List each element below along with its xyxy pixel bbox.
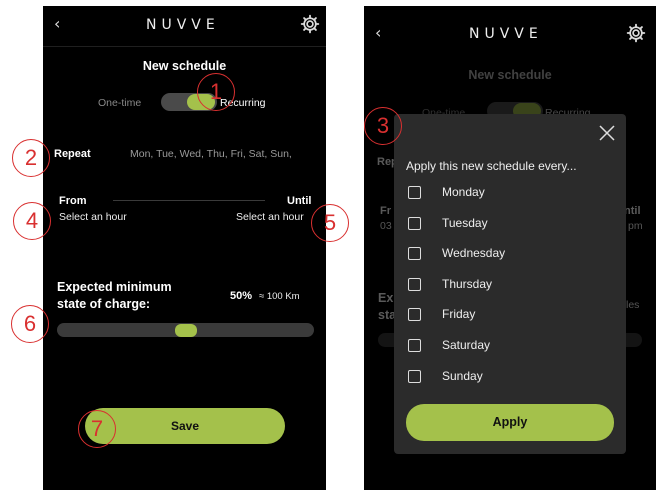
checkbox-icon[interactable] bbox=[408, 308, 421, 321]
close-icon[interactable] bbox=[598, 124, 616, 142]
day-label: Saturday bbox=[442, 338, 491, 352]
day-label: Tuesday bbox=[442, 216, 488, 230]
dialog-title: Apply this new schedule every... bbox=[406, 159, 577, 173]
until-label: Until bbox=[287, 195, 312, 207]
day-label: Monday bbox=[442, 185, 485, 199]
gear-icon[interactable] bbox=[626, 23, 646, 43]
charge-percent: 50% bbox=[230, 290, 253, 302]
checkbox-icon[interactable] bbox=[408, 217, 421, 230]
charge-label-line2: state of charge: bbox=[57, 297, 151, 311]
repeat-dialog-screen: ‹ NUVVE New schedule One-time Recurring … bbox=[364, 6, 656, 490]
charge-slider[interactable] bbox=[57, 323, 314, 337]
until-label: ntil bbox=[624, 205, 641, 217]
checkbox-icon[interactable] bbox=[408, 370, 421, 383]
gear-icon[interactable] bbox=[300, 14, 320, 34]
page-title: New schedule bbox=[468, 68, 552, 82]
checkbox-icon[interactable] bbox=[408, 186, 421, 199]
day-label: Thursday bbox=[442, 277, 493, 291]
day-label: Wednesday bbox=[442, 246, 506, 260]
page-title: New schedule bbox=[142, 59, 227, 73]
callout-5: 5 bbox=[311, 204, 349, 242]
until-hour-value: pm bbox=[628, 220, 643, 232]
apply-button[interactable]: Apply bbox=[406, 404, 614, 441]
nuvve-logo: NUVVE bbox=[469, 26, 543, 42]
header-divider bbox=[43, 46, 326, 47]
callout-6: 6 bbox=[11, 305, 49, 343]
callout-7: 7 bbox=[78, 410, 116, 448]
charge-label-line1: Expected minimum bbox=[57, 280, 172, 294]
callout-3: 3 bbox=[364, 107, 402, 145]
charge-range: ≈ 100 Km bbox=[259, 291, 300, 302]
checkbox-icon[interactable] bbox=[408, 278, 421, 291]
charge-slider-thumb[interactable] bbox=[174, 323, 197, 337]
checkbox-icon[interactable] bbox=[408, 339, 421, 352]
repeat-days-dialog: Apply this new schedule every... Monday … bbox=[394, 114, 626, 454]
time-range-line bbox=[113, 200, 265, 201]
repeat-label: Repeat bbox=[54, 148, 91, 160]
until-hour-select[interactable]: Select an hour bbox=[236, 211, 304, 223]
charge-range: les bbox=[626, 299, 640, 311]
back-icon[interactable]: ‹ bbox=[375, 23, 381, 42]
charge-label-line1: Ex bbox=[378, 291, 394, 305]
back-icon[interactable]: ‹ bbox=[54, 14, 60, 33]
checkbox-icon[interactable] bbox=[408, 247, 421, 260]
nuvve-logo: NUVVE bbox=[146, 17, 220, 33]
repeat-value[interactable]: Mon, Tue, Wed, Thu, Fri, Sat, Sun, bbox=[130, 148, 292, 160]
from-label: Fr bbox=[380, 205, 391, 217]
callout-2: 2 bbox=[12, 139, 50, 177]
from-hour-select[interactable]: Select an hour bbox=[59, 211, 127, 223]
day-label: Sunday bbox=[442, 369, 483, 383]
callout-1: 1 bbox=[197, 73, 235, 111]
from-label: From bbox=[59, 195, 87, 207]
toggle-one-time-label[interactable]: One-time bbox=[98, 97, 141, 109]
from-hour-value: 03 bbox=[380, 220, 392, 232]
day-label: Friday bbox=[442, 307, 476, 321]
callout-4: 4 bbox=[13, 202, 51, 240]
